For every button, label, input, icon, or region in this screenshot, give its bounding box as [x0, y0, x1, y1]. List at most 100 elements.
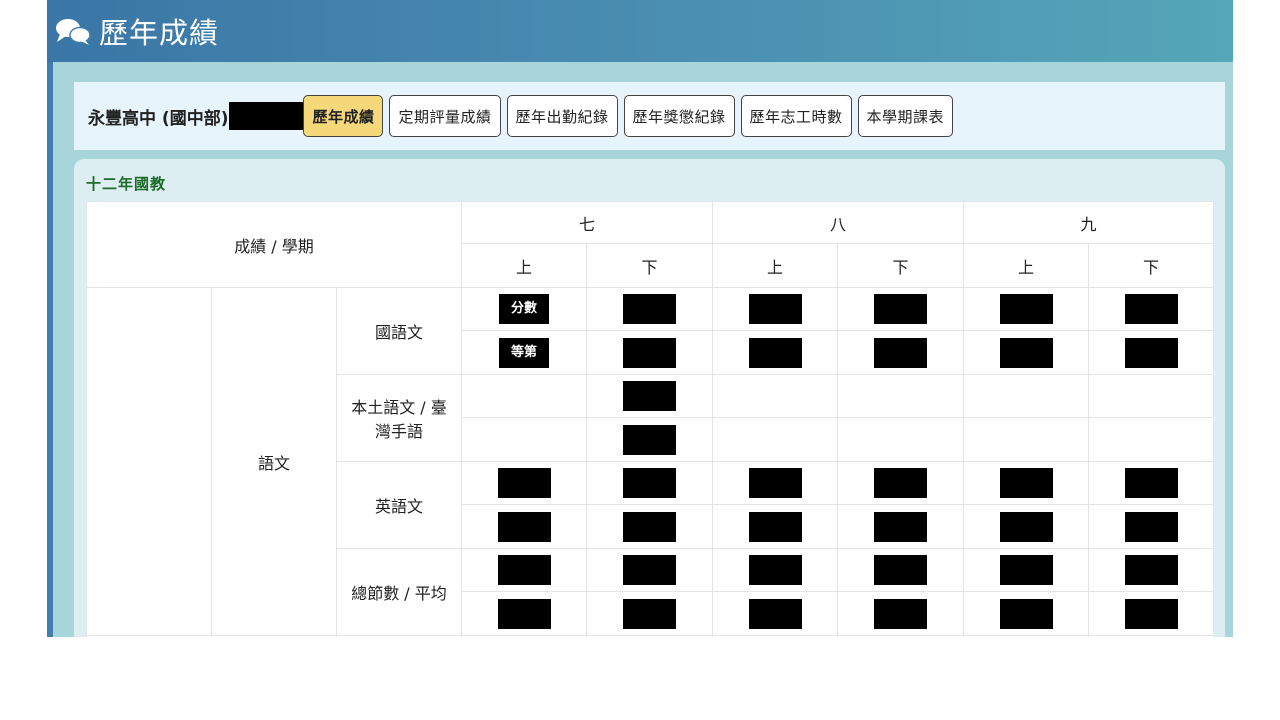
- empty-cell: [86, 635, 212, 637]
- level-cell: [585, 417, 714, 462]
- subject-cell: 本土語文 / 臺灣手語: [336, 374, 462, 462]
- subject-cell: 英語文: [336, 461, 462, 549]
- score-cell: [837, 374, 965, 418]
- score-cell: [837, 287, 965, 331]
- redacted-value: [748, 337, 802, 368]
- redacted-value: [1124, 555, 1178, 585]
- redacted-value: [497, 511, 551, 542]
- tab-semester-schedule[interactable]: 本學期課表: [857, 95, 954, 137]
- level-cell: [585, 591, 714, 636]
- redacted-value: [874, 468, 928, 498]
- redacted-value: [623, 511, 676, 542]
- redacted-value: [748, 598, 802, 629]
- level-cell: [461, 591, 587, 636]
- level-cell: [1088, 591, 1215, 636]
- redacted-value: [623, 555, 676, 585]
- tab-volunteer-hours[interactable]: 歷年志工時數: [740, 95, 852, 137]
- score-cell: [963, 287, 1090, 331]
- redacted-value: [1124, 294, 1178, 324]
- level-cell: [963, 504, 1090, 549]
- table-row-cutoff: [86, 635, 1215, 637]
- score-cell: [712, 461, 839, 505]
- redacted-value: [623, 381, 676, 411]
- redacted-value: [623, 468, 676, 498]
- header-row-grades: 成績 / 學期 七 八 九: [86, 201, 1215, 288]
- score-cell: [585, 374, 714, 418]
- school-name: 永豐高中 (國中部): [88, 108, 229, 129]
- toolbar: 永豐高中 (國中部) 歷年成績 定期評量成績 歷年出勤紀錄 歷年獎懲紀錄 歷年志…: [74, 82, 1225, 150]
- corner-header: 成績 / 學期: [86, 201, 462, 288]
- level-cell: [712, 504, 839, 549]
- score-cell: [1088, 374, 1215, 418]
- level-label: 等第: [498, 337, 549, 368]
- grade-header-7: 七: [460, 201, 714, 244]
- section-title: 十二年國教: [86, 175, 167, 193]
- score-cell: [712, 287, 839, 331]
- score-cell: [837, 548, 965, 592]
- score-cell: [963, 461, 1090, 505]
- grade-header-9: 九: [963, 201, 1215, 244]
- score-cell: [1088, 461, 1215, 505]
- tab-attendance-records[interactable]: 歷年出勤紀錄: [506, 95, 618, 137]
- level-cell: [963, 330, 1090, 375]
- redacted-value: [1124, 511, 1178, 542]
- score-cell: [585, 461, 714, 505]
- term-header: 上: [712, 243, 839, 288]
- score-cell: [712, 374, 839, 418]
- score-cell: [1088, 548, 1215, 592]
- redacted-value: [999, 337, 1053, 368]
- score-cell: [963, 374, 1090, 418]
- level-cell: [585, 330, 714, 375]
- tab-rewards-records[interactable]: 歷年獎懲紀錄: [623, 95, 735, 137]
- redacted-value: [497, 598, 551, 629]
- page-header: 歷年成績: [47, 0, 1233, 62]
- redacted-value: [623, 337, 676, 368]
- score-cell: [585, 287, 714, 331]
- redacted-value: [1124, 598, 1178, 629]
- term-header: 下: [837, 243, 965, 288]
- tab-yearly-grades[interactable]: 歷年成績: [303, 95, 384, 137]
- level-cell: [461, 417, 587, 462]
- score-cell: [585, 548, 714, 592]
- level-cell: [837, 591, 965, 636]
- domain-cell: 語文: [211, 287, 337, 636]
- redacted-value: [1124, 337, 1178, 368]
- level-cell: [837, 504, 965, 549]
- score-cell: [461, 461, 587, 505]
- redacted-value: [748, 555, 802, 585]
- level-cell: [963, 591, 1090, 636]
- empty-cell: [963, 635, 1090, 637]
- empty-cell: [585, 635, 714, 637]
- level-cell: [1088, 417, 1215, 462]
- score-cell: [461, 548, 587, 592]
- empty-cell: [837, 635, 965, 637]
- redacted-value: [999, 598, 1053, 629]
- redacted-value: [874, 337, 928, 368]
- score-label: 分數: [498, 294, 549, 324]
- redacted-value: [623, 294, 676, 324]
- redacted-value: [999, 511, 1053, 542]
- empty-cell: [1088, 635, 1215, 637]
- redacted-value: [748, 468, 802, 498]
- level-cell: [585, 504, 714, 549]
- redacted-value: [999, 294, 1053, 324]
- term-header: 下: [1088, 243, 1215, 288]
- redacted-value: [497, 468, 551, 498]
- grade-header-8: 八: [712, 201, 965, 244]
- category-cell-empty: [86, 287, 212, 636]
- score-cell: 分數: [461, 287, 587, 331]
- score-cell: [1088, 287, 1215, 331]
- score-cell: [963, 548, 1090, 592]
- level-cell: [837, 417, 965, 462]
- term-header: 上: [963, 243, 1090, 288]
- page-title: 歷年成績: [99, 16, 220, 50]
- level-cell: [1088, 504, 1215, 549]
- empty-cell: [712, 635, 839, 637]
- level-cell: [461, 504, 587, 549]
- grades-panel: 十二年國教 成績 / 學期 七 八 九 上 下 上 下 上 下 語文 國語文 分…: [74, 159, 1225, 637]
- empty-cell: [211, 635, 337, 637]
- tab-periodic-exam-grades[interactable]: 定期評量成績: [389, 95, 501, 137]
- table-row: 語文 國語文 分數: [86, 287, 1215, 636]
- subject-cell: 國語文: [336, 287, 462, 375]
- left-edge-bar: [47, 62, 53, 637]
